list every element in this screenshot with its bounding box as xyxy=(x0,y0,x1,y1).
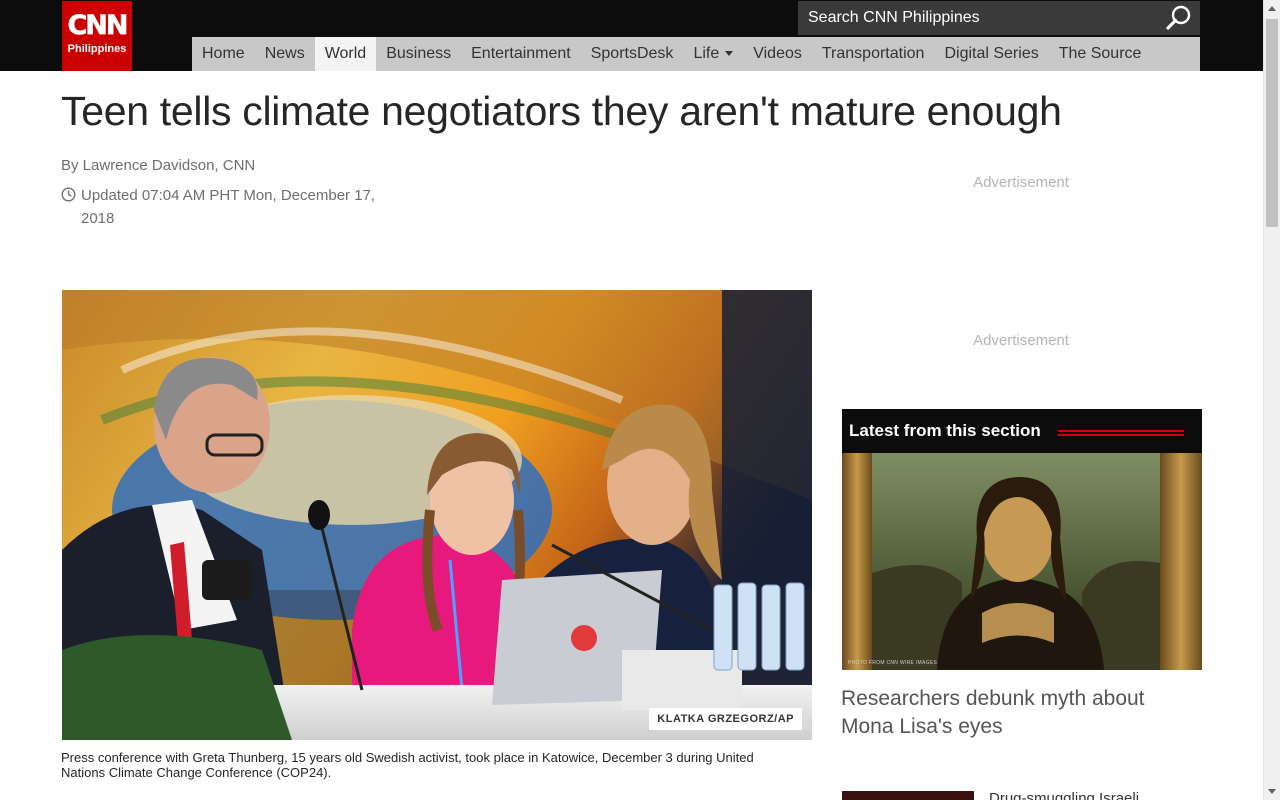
next-article-thumbnail[interactable] xyxy=(842,791,974,800)
nav-videos[interactable]: Videos xyxy=(743,37,812,71)
article-headline: Teen tells climate negotiators they aren… xyxy=(61,88,1062,134)
page-scrollbar[interactable] xyxy=(1263,0,1280,800)
nav-home[interactable]: Home xyxy=(192,37,255,71)
scroll-thumb[interactable] xyxy=(1266,19,1278,227)
scroll-up-icon[interactable] xyxy=(1264,0,1280,17)
latest-section-title: Latest from this section xyxy=(849,421,1041,440)
nav-news[interactable]: News xyxy=(255,37,315,71)
search-input[interactable] xyxy=(798,1,1158,35)
main-nav: Home News World Business Entertainment S… xyxy=(192,37,1200,71)
nav-digital-series[interactable]: Digital Series xyxy=(934,37,1048,71)
latest-article-link[interactable]: Researchers debunk myth about Mona Lisa'… xyxy=(841,685,1201,741)
advertisement-label-2: Advertisement xyxy=(973,332,1069,349)
site-header: CNN Philippines Home News World Business… xyxy=(0,0,1263,71)
nav-world[interactable]: World xyxy=(314,37,377,71)
nav-transportation[interactable]: Transportation xyxy=(812,37,935,71)
caret-down-icon xyxy=(725,51,734,57)
mona-lisa-image xyxy=(842,453,1202,670)
press-conference-photo xyxy=(62,290,812,740)
article-updated: Updated 07:04 AM PHT Mon, December 17, 2… xyxy=(61,184,406,230)
search-icon xyxy=(1166,5,1191,30)
nav-sportsdesk[interactable]: SportsDesk xyxy=(581,37,684,71)
latest-image-credit: PHOTO FROM CNN WIRE IMAGES xyxy=(848,660,938,666)
nav-the-source[interactable]: The Source xyxy=(1049,37,1152,71)
title-rule xyxy=(1058,430,1184,436)
article-byline: By Lawrence Davidson, CNN xyxy=(61,157,256,174)
nav-life[interactable]: Life xyxy=(683,37,743,71)
advertisement-label-1: Advertisement xyxy=(973,174,1069,191)
nav-life-label: Life xyxy=(693,45,720,62)
cnn-philippines-logo[interactable]: CNN Philippines xyxy=(62,1,132,71)
logo-text: CNN xyxy=(67,10,129,41)
image-caption: Press conference with Greta Thunberg, 15… xyxy=(61,750,754,780)
latest-article-image[interactable]: PHOTO FROM CNN WIRE IMAGES xyxy=(842,453,1202,670)
photo-credit: KLATKA GRZEGORZ/AP xyxy=(649,708,802,730)
article-hero-image: KLATKA GRZEGORZ/AP xyxy=(62,290,812,740)
next-article-link[interactable]: Drug-smuggling Israeli xyxy=(989,790,1200,800)
updated-timestamp: Updated 07:04 AM PHT Mon, December 17, 2… xyxy=(81,187,376,227)
logo-edition: Philippines xyxy=(67,43,127,55)
scroll-down-icon[interactable] xyxy=(1264,783,1280,800)
clock-icon xyxy=(61,187,76,202)
latest-section-header: Latest from this section xyxy=(842,409,1202,453)
search-bar xyxy=(798,1,1200,35)
nav-entertainment[interactable]: Entertainment xyxy=(461,37,581,71)
nav-business[interactable]: Business xyxy=(376,37,461,71)
search-button[interactable] xyxy=(1164,4,1194,32)
